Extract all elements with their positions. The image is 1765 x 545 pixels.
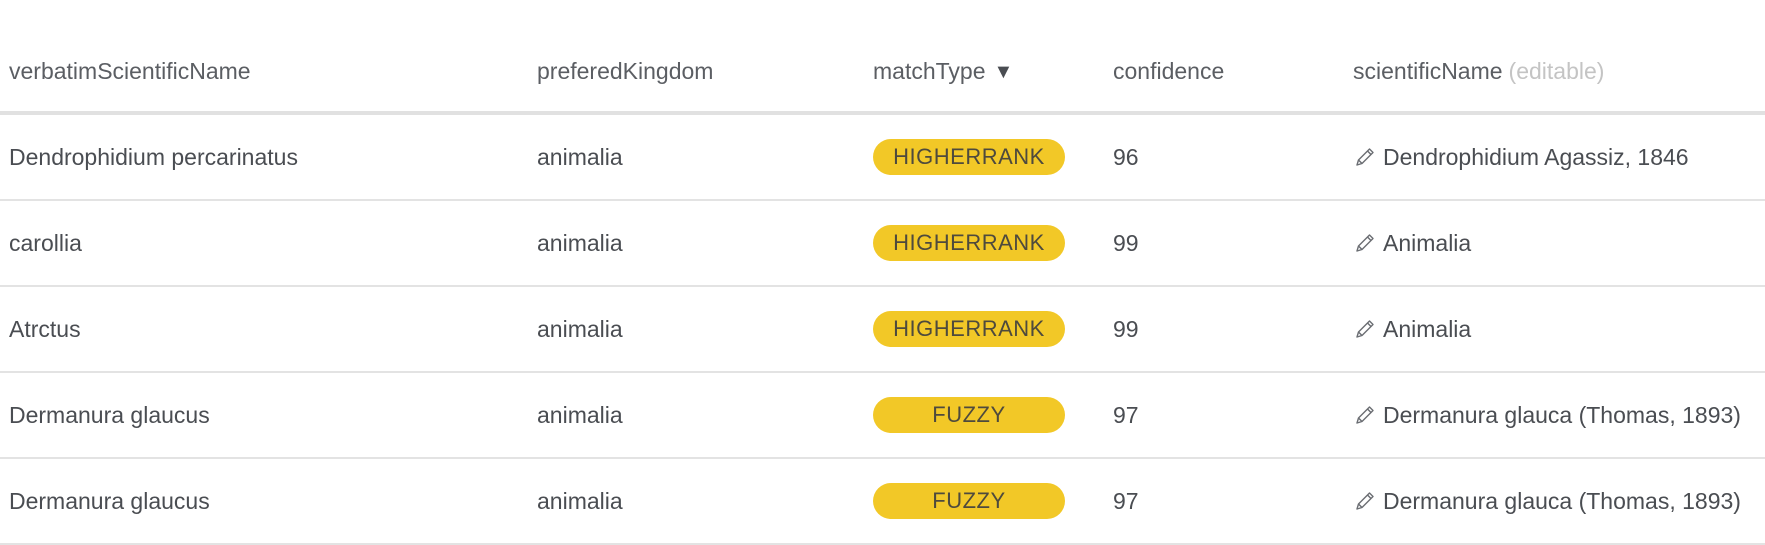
column-header-kingdom[interactable]: preferedKingdom xyxy=(537,0,713,111)
table-row: Atrctus animalia HIGHERRANK 99 Animalia xyxy=(0,287,1765,373)
match-type-badge: HIGHERRANK xyxy=(873,311,1065,347)
verbatim-name-cell: Dermanura glaucus xyxy=(9,373,210,457)
pencil-icon[interactable] xyxy=(1353,489,1377,513)
kingdom: animalia xyxy=(537,487,623,514)
scientific-name[interactable]: Dermanura glauca (Thomas, 1893) xyxy=(1383,402,1741,429)
column-header-scientific-name[interactable]: scientificName (editable) xyxy=(1353,0,1604,111)
scientific-name-cell[interactable]: Dendrophidium Agassiz, 1846 xyxy=(1353,115,1689,199)
match-type-cell: HIGHERRANK xyxy=(873,115,1065,199)
confidence-value: 97 xyxy=(1113,487,1139,514)
column-header-verbatim[interactable]: verbatimScientificName xyxy=(9,0,251,111)
kingdom: animalia xyxy=(537,315,623,342)
kingdom: animalia xyxy=(537,401,623,428)
scientific-name[interactable]: Dermanura glauca (Thomas, 1893) xyxy=(1383,488,1741,515)
confidence-value: 99 xyxy=(1113,315,1139,342)
scientific-name[interactable]: Animalia xyxy=(1383,316,1471,343)
confidence-value: 97 xyxy=(1113,401,1139,428)
scientific-name[interactable]: Dendrophidium Agassiz, 1846 xyxy=(1383,144,1689,171)
verbatim-name-cell: Dendrophidium percarinatus xyxy=(9,115,298,199)
scientific-name-cell[interactable]: Dermanura glauca (Thomas, 1893) xyxy=(1353,373,1741,457)
match-type-cell: HIGHERRANK xyxy=(873,201,1065,285)
confidence-cell: 97 xyxy=(1113,373,1139,457)
match-type-badge: HIGHERRANK xyxy=(873,139,1065,175)
match-type-badge: FUZZY xyxy=(873,397,1065,433)
kingdom: animalia xyxy=(537,143,623,170)
table-header: verbatimScientificName preferedKingdom m… xyxy=(0,0,1765,115)
match-type-cell: HIGHERRANK xyxy=(873,287,1065,371)
column-header-label: preferedKingdom xyxy=(537,58,714,84)
kingdom-cell: animalia xyxy=(537,373,623,457)
table-body: Dendrophidium percarinatus animalia HIGH… xyxy=(0,115,1765,545)
kingdom-cell: animalia xyxy=(537,115,623,199)
verbatim-name: carollia xyxy=(9,229,82,256)
match-type-badge: FUZZY xyxy=(873,483,1065,519)
table-row: Dermanura glaucus animalia FUZZY 97 Derm… xyxy=(0,459,1765,545)
kingdom: animalia xyxy=(537,229,623,256)
confidence-cell: 99 xyxy=(1113,201,1139,285)
verbatim-name: Dermanura glaucus xyxy=(9,487,210,514)
pencil-icon[interactable] xyxy=(1353,317,1377,341)
results-table: verbatimScientificName preferedKingdom m… xyxy=(0,0,1765,545)
scientific-name-cell[interactable]: Dermanura glauca (Thomas, 1893) xyxy=(1353,459,1741,543)
match-type-badge: HIGHERRANK xyxy=(873,225,1065,261)
match-type-cell: FUZZY xyxy=(873,373,1065,457)
column-header-label: confidence xyxy=(1113,58,1225,84)
pencil-icon[interactable] xyxy=(1353,231,1377,255)
pencil-icon[interactable] xyxy=(1353,145,1377,169)
verbatim-name-cell: Atrctus xyxy=(9,287,81,371)
column-header-label: matchType xyxy=(873,58,986,84)
column-header-label: verbatimScientificName xyxy=(9,58,251,84)
scientific-name-cell[interactable]: Animalia xyxy=(1353,287,1471,371)
verbatim-name-cell: carollia xyxy=(9,201,82,285)
match-type-cell: FUZZY xyxy=(873,459,1065,543)
scientific-name-cell[interactable]: Animalia xyxy=(1353,201,1471,285)
table-row: Dendrophidium percarinatus animalia HIGH… xyxy=(0,115,1765,201)
kingdom-cell: animalia xyxy=(537,459,623,543)
column-header-match-type[interactable]: matchType ▼ xyxy=(873,0,1013,111)
verbatim-name: Dermanura glaucus xyxy=(9,401,210,428)
sort-descending-icon[interactable]: ▼ xyxy=(994,58,1014,86)
kingdom-cell: animalia xyxy=(537,287,623,371)
confidence-value: 96 xyxy=(1113,143,1139,170)
column-header-confidence[interactable]: confidence xyxy=(1113,0,1224,111)
verbatim-name-cell: Dermanura glaucus xyxy=(9,459,210,543)
table-row: Dermanura glaucus animalia FUZZY 97 Derm… xyxy=(0,373,1765,459)
confidence-cell: 96 xyxy=(1113,115,1139,199)
pencil-icon[interactable] xyxy=(1353,403,1377,427)
confidence-value: 99 xyxy=(1113,229,1139,256)
table-row: carollia animalia HIGHERRANK 99 Animalia xyxy=(0,201,1765,287)
scientific-name[interactable]: Animalia xyxy=(1383,230,1471,257)
verbatim-name: Atrctus xyxy=(9,315,81,342)
editable-hint: (editable) xyxy=(1508,58,1605,84)
verbatim-name: Dendrophidium percarinatus xyxy=(9,143,298,170)
kingdom-cell: animalia xyxy=(537,201,623,285)
column-header-label: scientificName xyxy=(1353,58,1503,84)
confidence-cell: 99 xyxy=(1113,287,1139,371)
confidence-cell: 97 xyxy=(1113,459,1139,543)
